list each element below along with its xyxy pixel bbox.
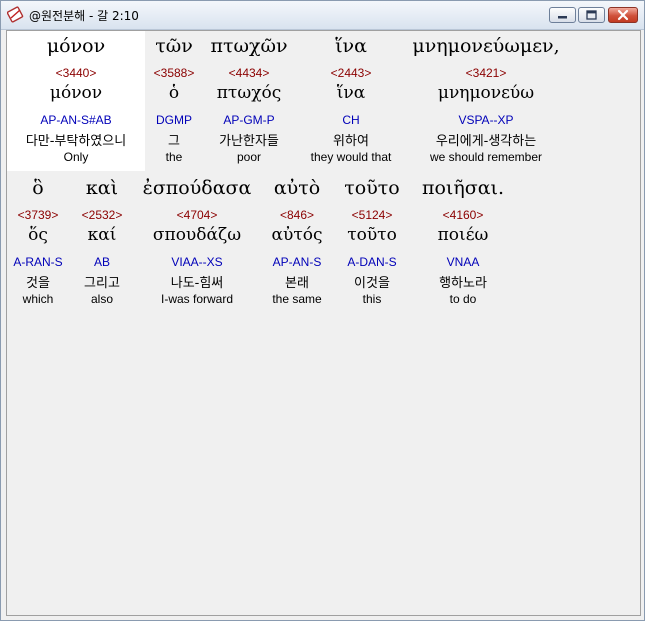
minimize-button[interactable] bbox=[549, 7, 576, 23]
parsing-code: AP-AN-S#AB bbox=[40, 113, 112, 127]
greek-word: αὐτὸ bbox=[273, 177, 321, 199]
greek-word: ὃ bbox=[32, 177, 44, 199]
korean-gloss: 그 bbox=[168, 134, 180, 149]
english-gloss: we should remember bbox=[429, 150, 543, 164]
strong-number[interactable]: <4704> bbox=[133, 208, 261, 222]
strong-number[interactable]: <2443> bbox=[297, 66, 405, 80]
word-column[interactable]: ποιῆσαι. <4160> ποιέω VNAA 행하노라 to do bbox=[411, 173, 515, 313]
word-column[interactable]: ἐσπούδασα <4704> σπουδάζω VIAA--XS 나도-힘써… bbox=[133, 173, 261, 313]
greek-word: ἵνα bbox=[335, 35, 367, 57]
english-gloss: which bbox=[22, 292, 54, 306]
strong-number[interactable]: <3440> bbox=[7, 66, 145, 80]
word-column[interactable]: μόνον <3440> μόνον AP-AN-S#AB 다만-부탁하였으니 … bbox=[7, 31, 145, 171]
parsing-code: A-DAN-S bbox=[347, 255, 397, 269]
app-window: @원전분해 - 갈 2:10 μόνον <3440> μόνον AP-AN-… bbox=[0, 0, 645, 621]
korean-gloss: 본래 bbox=[285, 276, 309, 291]
close-icon bbox=[617, 9, 629, 21]
english-gloss: this bbox=[362, 292, 382, 306]
parsing-code: DGMP bbox=[156, 113, 192, 127]
parsing-code: AP-AN-S bbox=[272, 255, 322, 269]
korean-gloss: 우리에게-생각하는 bbox=[435, 134, 537, 149]
maximize-icon bbox=[586, 10, 597, 20]
korean-gloss: 그리고 bbox=[84, 276, 120, 291]
english-gloss: they would that bbox=[310, 150, 392, 164]
minimize-icon bbox=[558, 16, 567, 19]
lemma: καί bbox=[87, 225, 117, 245]
strong-number[interactable]: <3739> bbox=[7, 208, 69, 222]
maximize-button[interactable] bbox=[578, 7, 605, 23]
korean-gloss: 위하여 bbox=[333, 134, 369, 149]
lemma: μνημονεύω bbox=[437, 83, 535, 103]
word-column[interactable]: ἵνα <2443> ἵνα CH 위하여 they would that bbox=[297, 31, 405, 171]
english-gloss: the bbox=[165, 150, 183, 164]
strong-number[interactable]: <3421> bbox=[405, 66, 567, 80]
strong-number[interactable]: <3588> bbox=[145, 66, 203, 80]
english-gloss: poor bbox=[236, 150, 262, 164]
window-title: @원전분해 - 갈 2:10 bbox=[29, 9, 139, 23]
parsing-code: VSPA--XP bbox=[458, 113, 514, 127]
english-gloss: Only bbox=[63, 150, 89, 164]
strong-number[interactable]: <2532> bbox=[71, 208, 133, 222]
greek-word: ἐσπούδασα bbox=[142, 177, 252, 199]
greek-word: πτωχῶν bbox=[210, 35, 288, 57]
word-column[interactable]: μνημονεύωμεν, <3421> μνημονεύω VSPA--XP … bbox=[405, 31, 567, 171]
parsing-code: AB bbox=[93, 255, 110, 269]
word-column[interactable]: καὶ <2532> καί AB 그리고 also bbox=[71, 173, 133, 313]
english-gloss: I-was forward bbox=[160, 292, 234, 306]
greek-word: τῶν bbox=[155, 35, 193, 57]
lemma: πτωχός bbox=[216, 83, 282, 103]
english-gloss: also bbox=[90, 292, 113, 306]
greek-word: καὶ bbox=[85, 177, 119, 199]
korean-gloss: 것을 bbox=[26, 276, 50, 291]
parsing-code: CH bbox=[342, 113, 360, 127]
close-button[interactable] bbox=[608, 7, 638, 23]
word-column[interactable]: αὐτὸ <846> αὐτός AP-AN-S 본래 the same bbox=[263, 173, 331, 313]
korean-gloss: 가난한자들 bbox=[219, 134, 279, 149]
parsing-code: VNAA bbox=[446, 255, 480, 269]
korean-gloss: 이것을 bbox=[354, 276, 390, 291]
greek-word: τοῦτο bbox=[344, 177, 400, 199]
parsing-code: A-RAN-S bbox=[13, 255, 63, 269]
korean-gloss: 행하노라 bbox=[439, 276, 487, 291]
word-column[interactable]: τῶν <3588> ὁ DGMP 그 the bbox=[145, 31, 203, 171]
korean-gloss: 다만-부탁하였으니 bbox=[25, 134, 127, 149]
verse-line: μόνον <3440> μόνον AP-AN-S#AB 다만-부탁하였으니 … bbox=[7, 31, 640, 176]
lemma: αὐτός bbox=[271, 225, 323, 245]
title-bar[interactable]: @원전분해 - 갈 2:10 bbox=[1, 1, 644, 30]
interlinear-view[interactable]: μόνον <3440> μόνον AP-AN-S#AB 다만-부탁하였으니 … bbox=[6, 30, 641, 616]
english-gloss: to do bbox=[449, 292, 477, 306]
lemma: ἵνα bbox=[336, 83, 366, 103]
word-column[interactable]: πτωχῶν <4434> πτωχός AP-GM-P 가난한자들 poor bbox=[203, 31, 295, 171]
korean-gloss: 나도-힘써 bbox=[170, 276, 224, 291]
parsing-code: AP-GM-P bbox=[223, 113, 275, 127]
strong-number[interactable]: <5124> bbox=[333, 208, 411, 222]
strong-number[interactable]: <4160> bbox=[411, 208, 515, 222]
english-gloss: the same bbox=[272, 292, 322, 306]
word-column[interactable]: τοῦτο <5124> τοῦτο A-DAN-S 이것을 this bbox=[333, 173, 411, 313]
strong-number[interactable]: <4434> bbox=[203, 66, 295, 80]
lemma: μόνον bbox=[49, 83, 103, 103]
parsing-code: VIAA--XS bbox=[171, 255, 223, 269]
greek-word: μνημονεύωμεν, bbox=[412, 35, 560, 57]
lemma: ὅς bbox=[28, 225, 48, 245]
word-column[interactable]: ὃ <3739> ὅς A-RAN-S 것을 which bbox=[7, 173, 69, 313]
lemma: ποιέω bbox=[437, 225, 489, 245]
app-icon[interactable] bbox=[6, 6, 24, 23]
greek-word: ποιῆσαι. bbox=[421, 177, 505, 199]
strong-number[interactable]: <846> bbox=[263, 208, 331, 222]
lemma: ὁ bbox=[168, 83, 180, 103]
lemma: σπουδάζω bbox=[152, 225, 242, 245]
verse-line: ὃ <3739> ὅς A-RAN-S 것을 which καὶ <2532> … bbox=[7, 173, 640, 318]
greek-word: μόνον bbox=[46, 35, 106, 57]
lemma: τοῦτο bbox=[347, 225, 397, 245]
